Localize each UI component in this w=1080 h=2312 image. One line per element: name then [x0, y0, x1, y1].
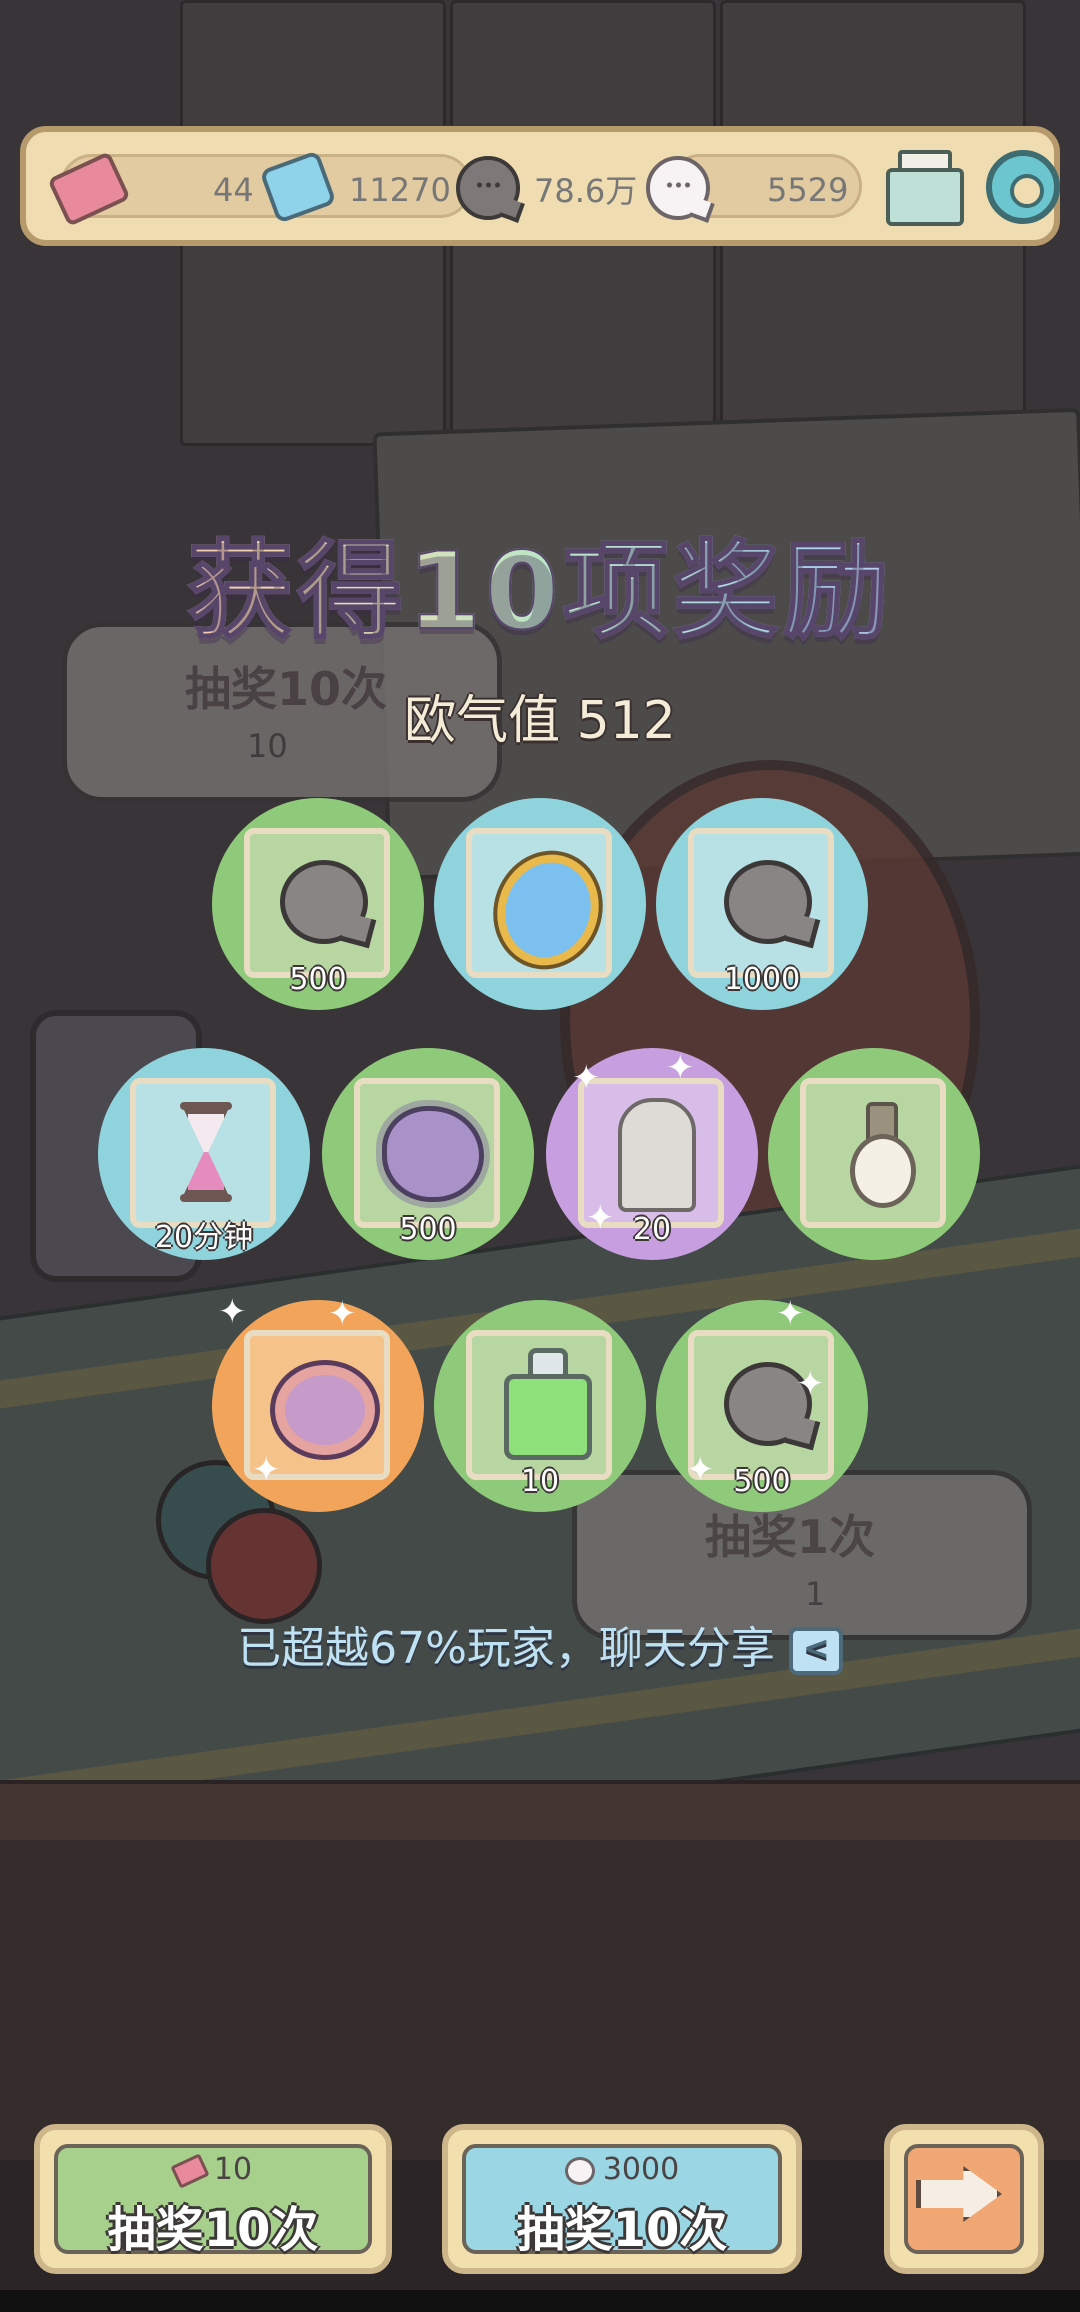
ticket-gem-pill: 44 11270 [47, 150, 472, 227]
ticket-icon [47, 151, 131, 227]
mirror-icon [481, 840, 615, 980]
reward-card [466, 1330, 612, 1480]
share-text: 已超越67%玩家，聊天分享 [237, 1623, 775, 1674]
sparkle-icon: ✦ [796, 1364, 825, 1404]
gem-count: 11270 [349, 171, 451, 209]
luck-value: 欧气值 512 [404, 691, 676, 751]
reward-item[interactable]: 20 ✦ ✦ ✦ [546, 1048, 758, 1260]
bubble-cost: 3000 [448, 2152, 796, 2187]
reward-card [466, 828, 615, 980]
sparkle-icon: ✦ [572, 1058, 601, 1098]
reward-item[interactable]: 10 [434, 1300, 646, 1512]
reward-qty: 20分钟 [154, 1220, 254, 1255]
reward-card [354, 1078, 500, 1228]
crab-ornament-icon [270, 1360, 380, 1460]
draw-ten-ticket-button[interactable]: 10 抽奖10次 [34, 2124, 392, 2274]
reward-qty: 500 [399, 1212, 457, 1247]
reward-qty: 500 [289, 962, 347, 997]
mail-envelope [886, 168, 964, 226]
system-nav-bar [0, 2290, 1080, 2312]
share-row: 已超越67%玩家，聊天分享 [0, 1612, 1080, 1676]
sparkle-icon: ✦ [686, 1450, 715, 1490]
white-bubble-icon [646, 156, 710, 220]
statue-icon [618, 1098, 696, 1212]
reward-card [800, 1078, 946, 1228]
dark-bubble-icon [280, 860, 368, 944]
sparkle-icon: ✦ [328, 1294, 357, 1334]
hourglass-icon [176, 1102, 236, 1202]
mail-button[interactable] [884, 150, 964, 226]
reward-qty: 1000 [723, 962, 801, 997]
germ-icon [382, 1106, 484, 1202]
sparkle-icon: ✦ [666, 1048, 695, 1088]
reward-qty: 10 [520, 1464, 560, 1499]
draw-ten-label: 抽奖10次 [516, 2202, 728, 2258]
ticket-cost: 10 [40, 2152, 386, 2189]
pearl-pendant-icon [850, 1134, 916, 1208]
green-potion-icon [504, 1374, 592, 1460]
white-bubble-icon [564, 2156, 595, 2185]
dark-bubble-icon [724, 860, 812, 944]
reward-item[interactable]: 500 [212, 798, 424, 1010]
gem-icon [259, 150, 337, 224]
dark-bubble-count: 78.6万 [534, 172, 638, 210]
sparkle-icon: ✦ [252, 1450, 281, 1490]
dark-bubble-icon [456, 156, 520, 220]
sparkle-icon: ✦ [218, 1292, 247, 1332]
resource-bar: 44 11270 78.6万 5529 [20, 126, 1060, 246]
reward-card [688, 828, 834, 978]
reward-item[interactable]: 1000 [656, 798, 868, 1010]
reward-card [130, 1078, 276, 1228]
reward-item[interactable]: 500 ✦ ✦ ✦ [656, 1294, 868, 1512]
next-button[interactable] [884, 2124, 1044, 2274]
reward-title: 获得10项奖励 [0, 505, 1080, 659]
white-bubble-count: 5529 [767, 171, 849, 209]
sparkle-icon: ✦ [776, 1294, 805, 1334]
reward-item[interactable] [768, 1048, 980, 1260]
reward-item[interactable]: ✦ ✦ ✦ [212, 1292, 424, 1512]
reward-item[interactable] [434, 798, 646, 1010]
share-icon[interactable] [788, 1627, 843, 1675]
draw-ten-label: 抽奖10次 [107, 2202, 319, 2258]
reward-item[interactable]: 500 [322, 1048, 534, 1260]
draw-ten-bubble-button[interactable]: 3000 抽奖10次 [442, 2124, 802, 2274]
reward-qty: 20 [632, 1212, 672, 1247]
reward-card [244, 828, 390, 978]
reward-item[interactable]: 20分钟 [98, 1048, 310, 1260]
ticket-icon [170, 2152, 210, 2189]
ticket-count: 44 [213, 171, 254, 209]
settings-button[interactable] [986, 150, 1060, 224]
sparkle-icon: ✦ [586, 1198, 615, 1238]
